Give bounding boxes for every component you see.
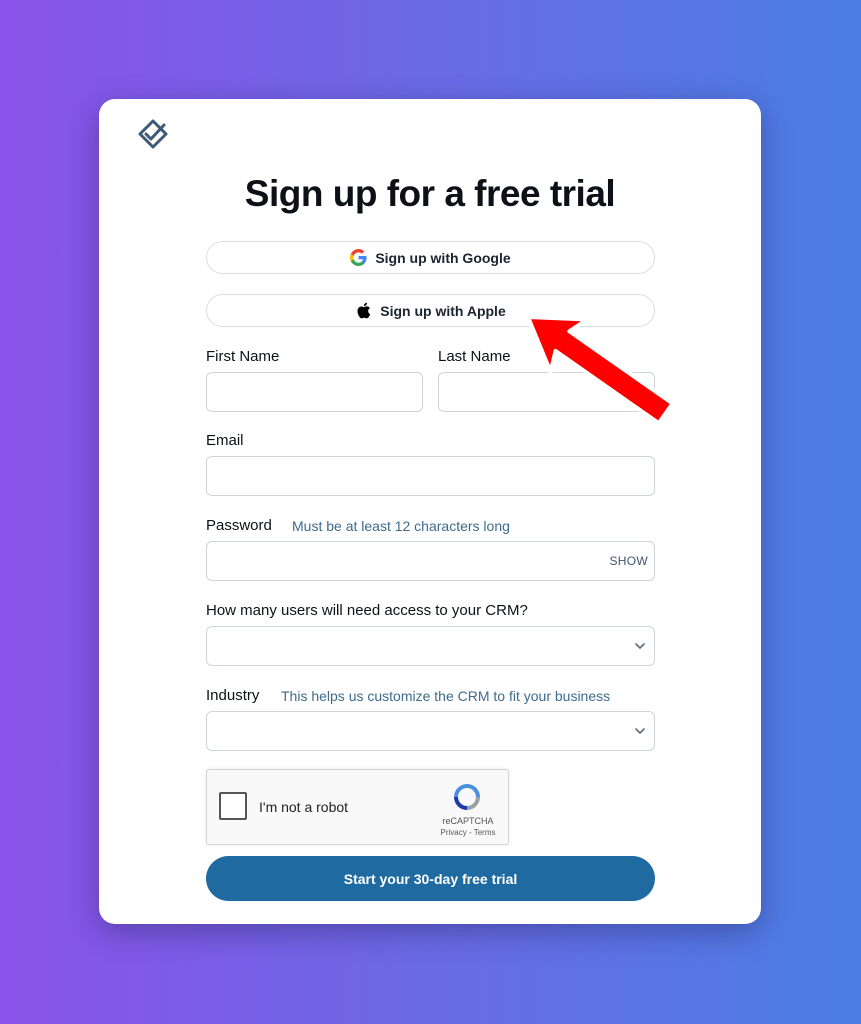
google-signup-button[interactable]: Sign up with Google [206,241,655,274]
recaptcha-links[interactable]: Privacy - Terms [433,828,503,837]
email-label: Email [206,432,244,449]
recaptcha-label: I'm not a robot [259,799,349,815]
industry-hint: This helps us customize the CRM to fit y… [281,688,611,704]
chevron-down-icon [635,728,645,734]
email-input[interactable] [206,456,655,496]
password-hint: Must be at least 12 characters long [292,518,510,534]
page-title: Sign up for a free trial [244,173,616,214]
last-name-label: Last Name [438,348,511,365]
recaptcha-brand: reCAPTCHA [442,816,494,826]
apple-signup-label: Sign up with Apple [380,302,506,319]
recaptcha-checkbox[interactable] [219,792,247,820]
industry-label: Industry [206,687,260,704]
google-icon [350,249,367,266]
recaptcha-widget: I'm not a robot reCAPTCHA Privacy - Term… [206,769,509,845]
industry-select[interactable] [206,711,655,751]
logo-check-icon [138,119,168,149]
first-name-label: First Name [206,348,280,365]
first-name-input[interactable] [206,372,423,412]
password-input[interactable]: SHOW [206,541,655,581]
users-label: How many users will need access to your … [206,602,528,619]
chevron-down-icon [635,643,645,649]
google-signup-label: Sign up with Google [375,249,511,266]
password-label: Password [206,517,272,534]
annotation-arrow [526,315,675,426]
apple-icon [357,302,371,319]
show-password-button[interactable]: SHOW [609,554,648,568]
start-trial-button[interactable]: Start your 30-day free trial [206,856,655,901]
users-select[interactable] [206,626,655,666]
signup-card: Sign up for a free trial Sign up with Go… [99,99,761,924]
recaptcha-icon [454,784,480,810]
